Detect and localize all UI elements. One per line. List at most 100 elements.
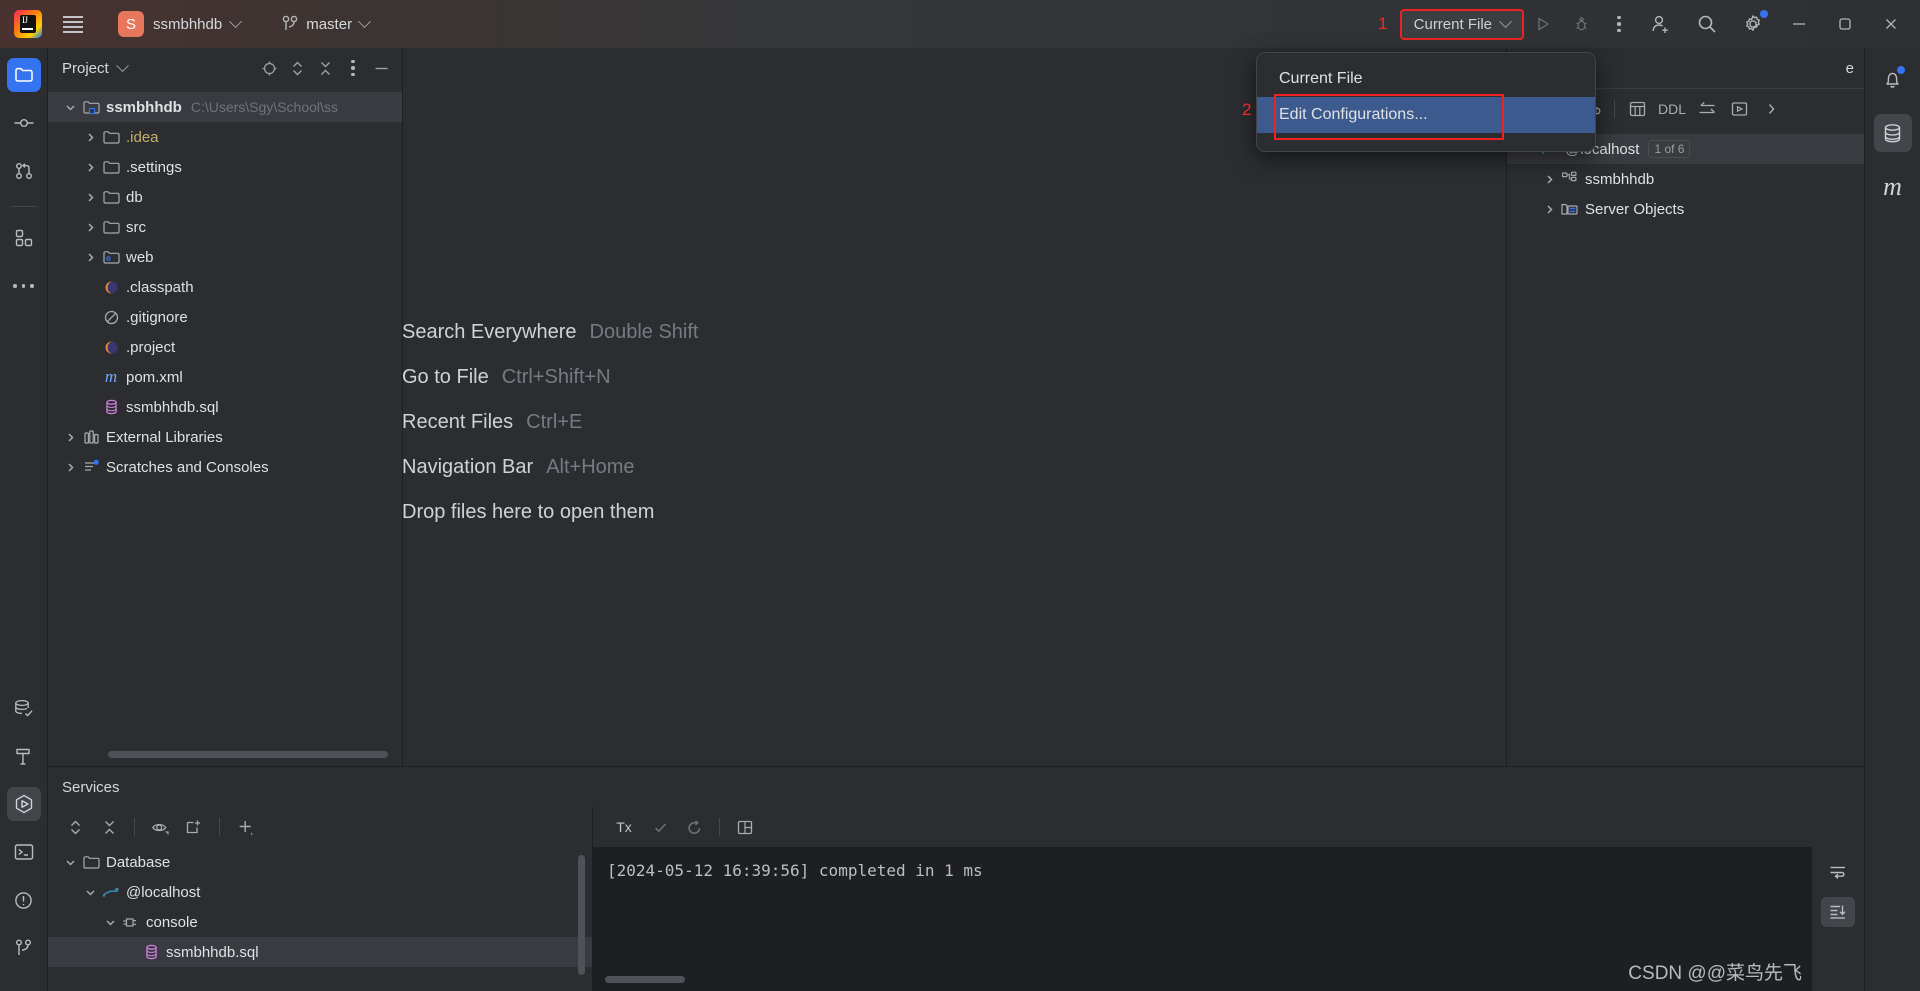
chevron-right-icon[interactable]: [80, 222, 100, 233]
sidebar-item-more-tool-windows[interactable]: [7, 269, 41, 303]
rail-divider: [10, 206, 37, 207]
run-configuration-selector[interactable]: Current File: [1399, 8, 1524, 40]
chevron-right-icon[interactable]: [80, 162, 100, 173]
more-chevron-icon[interactable]: [1756, 95, 1786, 123]
branch-selector[interactable]: master: [274, 11, 377, 37]
hide-panel-icon[interactable]: [368, 55, 394, 81]
select-opened-file-icon[interactable]: [256, 55, 282, 81]
hamburger-menu-icon[interactable]: [56, 7, 90, 41]
tree-row-settings[interactable]: .settings: [48, 152, 402, 182]
ddl-button[interactable]: DDL: [1654, 101, 1690, 117]
scroll-to-end-button[interactable]: [1821, 897, 1855, 927]
sidebar-item-build[interactable]: [7, 739, 41, 773]
open-console-icon[interactable]: [1724, 95, 1754, 123]
project-selector[interactable]: S ssmbhhdb: [110, 7, 248, 41]
chevron-right-icon[interactable]: [60, 432, 80, 443]
tree-row-external-libraries[interactable]: External Libraries: [48, 422, 402, 452]
services-row-console[interactable]: console: [48, 907, 592, 937]
table-editor-icon[interactable]: [1622, 95, 1652, 123]
add-account-button[interactable]: [1638, 0, 1684, 48]
expand-collapse-icon[interactable]: [284, 55, 310, 81]
chevron-right-icon[interactable]: [80, 192, 100, 203]
tree-row-project-root[interactable]: ssmbhhdb C:\Users\Sgy\School\ss: [48, 92, 402, 122]
project-panel-title[interactable]: Project: [62, 60, 109, 77]
collapse-all-icon[interactable]: [94, 813, 124, 841]
chevron-down-icon[interactable]: [80, 887, 100, 898]
folder-icon: [100, 219, 122, 235]
tree-row-scratches[interactable]: Scratches and Consoles: [48, 452, 402, 482]
sidebar-item-terminal[interactable]: [7, 835, 41, 869]
maven-tool-button[interactable]: m: [1874, 168, 1912, 206]
transaction-mode-label: Tx: [616, 819, 632, 835]
options-kebab-icon[interactable]: [340, 55, 366, 81]
tree-row-project-file[interactable]: .project: [48, 332, 402, 362]
sidebar-item-pull-requests[interactable]: [7, 154, 41, 188]
toggle-layout-icon: [737, 820, 753, 834]
chevron-down-icon[interactable]: [100, 917, 120, 928]
chevron-right-icon[interactable]: [80, 252, 100, 263]
services-tree-scrollbar[interactable]: [578, 855, 585, 975]
tree-label: src: [126, 218, 146, 236]
database-tool-button[interactable]: [1873, 114, 1912, 152]
commit-button[interactable]: [645, 813, 675, 841]
minimize-button[interactable]: [1776, 0, 1822, 48]
db-tree-row-server-objects[interactable]: Server Objects: [1507, 194, 1864, 224]
menu-item-edit-configurations[interactable]: Edit Configurations...: [1257, 97, 1595, 133]
sidebar-item-version-control[interactable]: [7, 931, 41, 965]
menu-item-current-file[interactable]: Current File: [1257, 61, 1595, 97]
chevron-right-icon[interactable]: [1539, 204, 1559, 215]
rollback-button[interactable]: [679, 813, 709, 841]
sidebar-item-project[interactable]: [6, 58, 41, 92]
tree-row-idea[interactable]: .idea: [48, 122, 402, 152]
maximize-button[interactable]: [1822, 0, 1868, 48]
debug-button[interactable]: [1562, 5, 1600, 43]
transaction-mode-button[interactable]: Tx: [607, 813, 641, 841]
sidebar-item-structure[interactable]: [7, 221, 41, 255]
services-row-sql-file[interactable]: ssmbhhdb.sql: [48, 937, 592, 967]
services-tree: Database @localhost console ssmbhhdb.sql: [48, 847, 592, 967]
tree-row-gitignore[interactable]: .gitignore: [48, 302, 402, 332]
tree-row-web[interactable]: web: [48, 242, 402, 272]
tree-row-src[interactable]: src: [48, 212, 402, 242]
tree-row-db[interactable]: db: [48, 182, 402, 212]
add-service-icon[interactable]: [230, 813, 260, 841]
sidebar-item-services[interactable]: [6, 787, 41, 821]
show-hide-icon[interactable]: [145, 813, 175, 841]
search-button[interactable]: [1684, 0, 1730, 48]
project-tool-window-header: Project: [48, 48, 402, 88]
run-button[interactable]: [1524, 5, 1562, 43]
settings-button[interactable]: [1730, 0, 1776, 48]
services-tree-label: Database: [106, 853, 171, 871]
tree-row-classpath[interactable]: .classpath: [48, 272, 402, 302]
chevron-right-icon[interactable]: [60, 462, 80, 473]
services-row-localhost[interactable]: @localhost: [48, 877, 592, 907]
tree-row-pom[interactable]: m pom.xml: [48, 362, 402, 392]
db-tree-row-schema[interactable]: ssmbhhdb: [1507, 164, 1864, 194]
sidebar-item-problems[interactable]: [7, 883, 41, 917]
chevron-right-icon[interactable]: [80, 132, 100, 143]
services-row-database[interactable]: Database: [48, 847, 592, 877]
notifications-button[interactable]: [1874, 60, 1912, 98]
chevron-down-icon[interactable]: [60, 102, 80, 113]
tree-label: ssmbhhdb: [106, 98, 182, 116]
chevron-down-icon[interactable]: [115, 58, 129, 72]
close-button[interactable]: [1868, 0, 1914, 48]
console-horizontal-scrollbar[interactable]: [605, 976, 685, 983]
sidebar-item-commit[interactable]: [7, 106, 41, 140]
folder-icon: [100, 159, 122, 175]
tree-row-sql-file[interactable]: ssmbhhdb.sql: [48, 392, 402, 422]
toggle-layout-button[interactable]: [730, 813, 760, 841]
services-tree-label: @localhost: [126, 883, 201, 901]
collapse-all-icon[interactable]: [312, 55, 338, 81]
expand-collapse-icon[interactable]: [60, 813, 90, 841]
sql-file-icon: [140, 944, 162, 960]
soft-wrap-button[interactable]: [1821, 857, 1855, 887]
chevron-down-icon[interactable]: [60, 857, 80, 868]
jump-to-editor-icon[interactable]: [1692, 95, 1722, 123]
new-tab-icon[interactable]: [179, 813, 209, 841]
project-horizontal-scrollbar[interactable]: [108, 751, 388, 758]
sidebar-item-database[interactable]: [7, 691, 41, 725]
toolbar-divider: [134, 818, 135, 836]
more-actions-button[interactable]: [1600, 5, 1638, 43]
chevron-right-icon[interactable]: [1539, 174, 1559, 185]
